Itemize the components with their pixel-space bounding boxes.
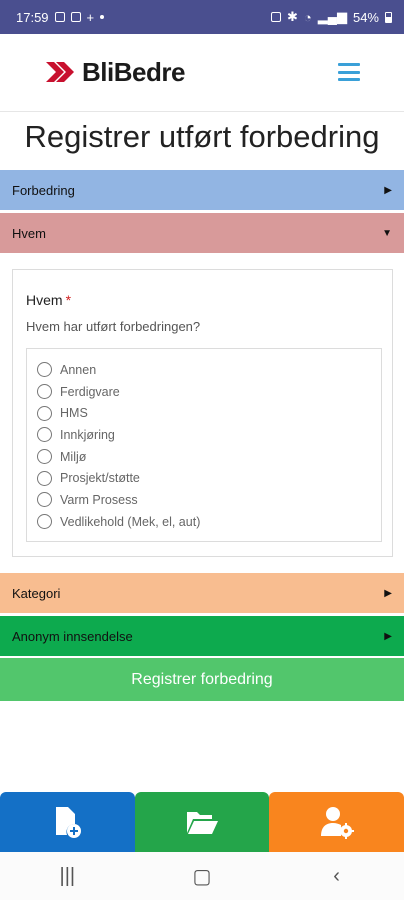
status-bar: 17:59 + ✱ ◔ ▂▄▆ 54% bbox=[0, 0, 404, 34]
submit-button[interactable]: Registrer forbedring bbox=[0, 658, 404, 701]
radio-circle[interactable] bbox=[37, 492, 52, 508]
gallery-notification-icon bbox=[54, 12, 65, 22]
radio-option-label: Varm Prosess bbox=[60, 492, 138, 507]
radio-option[interactable]: Miljø bbox=[27, 446, 381, 468]
radio-circle[interactable] bbox=[37, 514, 52, 530]
folder-open-icon bbox=[187, 812, 218, 834]
accordion-hvem[interactable]: Hvem ▼ bbox=[0, 213, 404, 253]
message-notification-icon bbox=[70, 12, 81, 22]
question-label: Hvem * bbox=[26, 292, 71, 308]
radio-circle[interactable] bbox=[37, 384, 52, 400]
back-icon[interactable]: ‹ bbox=[317, 856, 357, 896]
radio-option-label: Ferdigvare bbox=[60, 384, 120, 399]
caret-right-icon: ▶ bbox=[384, 184, 392, 196]
question-description: Hvem har utført forbedringen? bbox=[26, 319, 201, 334]
tab-new-improvement[interactable] bbox=[0, 792, 135, 852]
page-title: Registrer utført forbedring bbox=[24, 119, 380, 154]
radio-circle[interactable] bbox=[37, 405, 52, 421]
caret-right-icon: ▶ bbox=[384, 630, 392, 642]
radio-option[interactable]: Varm Prosess bbox=[27, 489, 381, 511]
radio-circle[interactable] bbox=[37, 470, 52, 486]
radio-option[interactable]: Innkjøring bbox=[27, 424, 381, 446]
radio-option-label: Miljø bbox=[60, 449, 87, 464]
more-notifications-icon bbox=[100, 15, 105, 19]
question-label-text: Hvem bbox=[26, 292, 63, 308]
tab-my-improvements[interactable] bbox=[134, 792, 270, 852]
bluetooth-icon: ✱ bbox=[286, 9, 298, 24]
radio-option[interactable]: Ferdigvare bbox=[27, 381, 381, 403]
user-gear-icon bbox=[320, 807, 354, 839]
accordion-forbedring-label: Forbedring bbox=[12, 182, 75, 198]
radio-option-label: Prosjekt/støtte bbox=[60, 471, 140, 486]
radio-option-label: Annen bbox=[60, 362, 97, 377]
radio-option-label: Innkjøring bbox=[60, 427, 115, 442]
radio-option[interactable]: Vedlikehold (Mek, el, aut) bbox=[27, 511, 381, 533]
battery-percent: 54% bbox=[352, 9, 379, 25]
logo-chevrons-icon bbox=[46, 62, 74, 82]
app-header: BliBedre bbox=[0, 34, 404, 112]
hvem-panel: Hvem * Hvem har utført forbedringen? Anne… bbox=[12, 269, 393, 557]
home-icon[interactable]: ▢ bbox=[182, 856, 222, 896]
logo-text: BliBedre bbox=[82, 56, 185, 87]
android-nav-bar: ||| ▢ ‹ bbox=[0, 852, 404, 900]
battery-icon bbox=[385, 11, 392, 23]
accordion-anonym[interactable]: Anonym innsendelse ▶ bbox=[0, 616, 404, 656]
alarm-icon bbox=[270, 12, 281, 22]
file-plus-icon bbox=[56, 807, 82, 838]
signal-icon: ▂▄▆ bbox=[317, 9, 347, 24]
caret-down-icon: ▼ bbox=[382, 227, 392, 239]
caret-right-icon: ▶ bbox=[384, 587, 392, 599]
radio-option-label: HMS bbox=[60, 406, 88, 421]
recent-apps-icon[interactable]: ||| bbox=[47, 856, 87, 896]
logo[interactable]: BliBedre bbox=[44, 56, 185, 88]
radio-circle[interactable] bbox=[37, 362, 52, 378]
radio-group: Annen Ferdigvare HMS Innkjøring Miljø Pr… bbox=[26, 348, 382, 542]
required-marker: * bbox=[65, 292, 72, 308]
radio-option[interactable]: Annen bbox=[27, 359, 381, 381]
accordion-kategori[interactable]: Kategori ▶ bbox=[0, 573, 404, 613]
radio-circle[interactable] bbox=[37, 449, 52, 465]
radio-circle[interactable] bbox=[37, 427, 52, 443]
status-time: 17:59 bbox=[16, 9, 49, 25]
accordion-hvem-label: Hvem bbox=[12, 225, 46, 241]
hamburger-menu-icon[interactable] bbox=[338, 63, 360, 81]
accordion-anonym-label: Anonym innsendelse bbox=[12, 628, 133, 644]
tab-user-settings[interactable] bbox=[269, 792, 404, 852]
bottom-tab-bar bbox=[0, 792, 404, 852]
accordion-forbedring[interactable]: Forbedring ▶ bbox=[0, 170, 404, 210]
radio-option[interactable]: HMS bbox=[27, 402, 381, 424]
radio-option[interactable]: Prosjekt/støtte bbox=[27, 467, 381, 489]
accordion-kategori-label: Kategori bbox=[12, 585, 61, 601]
radio-option-label: Vedlikehold (Mek, el, aut) bbox=[60, 514, 201, 529]
wifi-icon: ◔ bbox=[303, 9, 312, 25]
plus-notification-icon: + bbox=[86, 9, 95, 25]
